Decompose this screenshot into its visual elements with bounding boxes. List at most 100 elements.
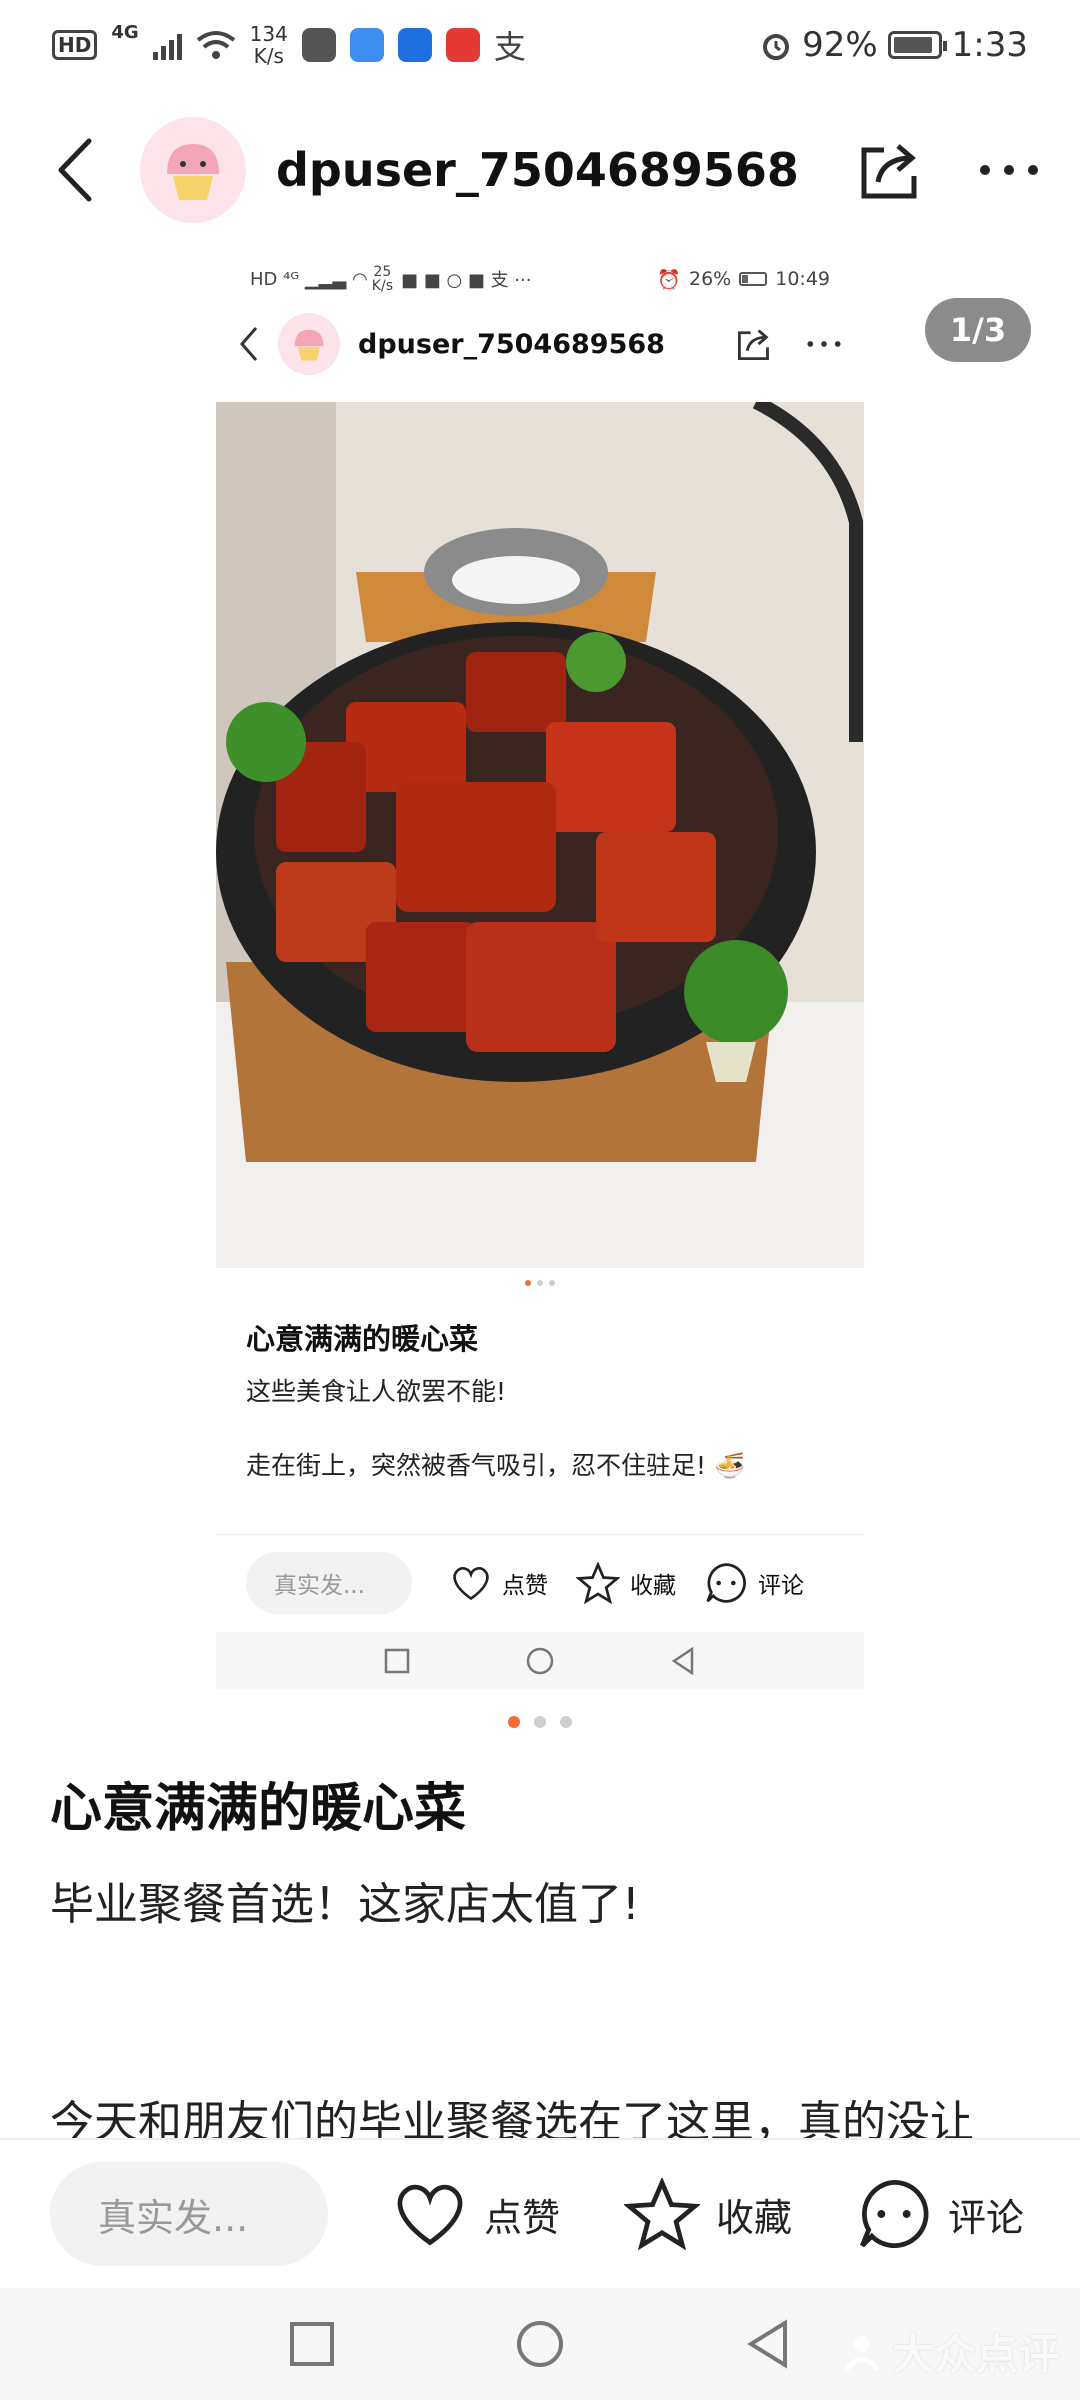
star-icon — [624, 2178, 701, 2250]
embedded-nav-bar — [216, 1632, 864, 1690]
battery-fill — [893, 37, 933, 53]
more-icon — [980, 165, 1038, 175]
wifi-icon — [196, 31, 235, 59]
carousel-image[interactable]: HD ⁴ᴳ ▁▂▃ ◠ 25 K/s ■ ■ ○ ■ 支 ··· ⏰ 26% 10… — [216, 250, 864, 1690]
embedded-like: 点赞 — [450, 1564, 548, 1602]
embedded-square-icon — [384, 1648, 410, 1674]
speed-value: 134 — [249, 22, 288, 46]
clock: 1:33 — [951, 25, 1028, 65]
alipay-icon: 支 — [493, 28, 526, 66]
battery-icon — [887, 31, 947, 59]
recent-apps-icon[interactable] — [289, 2321, 335, 2367]
embedded-collect-label: 收藏 — [630, 1572, 676, 1599]
embedded-battery-icon — [739, 272, 768, 286]
note-title: 心意满满的暖心菜 — [50, 1779, 467, 1839]
status-bar: HD 4G 134 K/s 支 92% 1:33 — [0, 0, 1080, 90]
signal-icon — [152, 30, 182, 60]
network-type: 4G — [111, 22, 139, 43]
noodle-emoji-icon: 🍜 — [713, 1451, 746, 1480]
browser-app-icon — [349, 28, 384, 62]
embedded-speed: 25 K/s — [372, 265, 393, 293]
embedded-collect: 收藏 — [576, 1561, 676, 1604]
embedded-back-icon — [240, 327, 258, 361]
carousel-dots — [0, 1716, 1080, 1728]
embedded-comment-input: 真实发... — [246, 1551, 412, 1614]
collect-label: 收藏 — [716, 2195, 793, 2240]
embedded-username: dpuser_7504689568 — [358, 328, 665, 360]
embedded-circle-icon — [526, 1647, 554, 1675]
embedded-comment: 评论 — [704, 1561, 804, 1605]
embedded-alarm-icon: ⏰ — [657, 268, 681, 291]
comment-input[interactable]: 真实发... — [50, 2162, 328, 2266]
embedded-comment-icon — [706, 1562, 746, 1603]
more-button[interactable] — [978, 163, 1040, 177]
embedded-cupcake-icon — [294, 329, 324, 361]
comment-button[interactable]: 评论 — [856, 2176, 1024, 2252]
comment-icon — [860, 2179, 929, 2248]
comment-label: 评论 — [948, 2195, 1025, 2240]
embedded-dot — [525, 1280, 531, 1286]
action-bar: 真实发... 点赞 收藏 评论 — [0, 2138, 1080, 2288]
cupcake-avatar-icon — [167, 144, 219, 200]
embedded-speed-unit: K/s — [371, 278, 393, 294]
status-right: 92% 1:33 — [760, 25, 1028, 65]
embedded-line-2-text: 走在街上，突然被香气吸引，忍不住驻足! — [246, 1451, 707, 1480]
embedded-star-icon — [576, 1561, 620, 1604]
embedded-time: 10:49 — [775, 268, 830, 290]
embedded-status-icons: HD ⁴ᴳ ▁▂▃ ◠ — [250, 268, 368, 290]
header: dpuser_7504689568 — [0, 100, 1080, 240]
share-button[interactable] — [858, 138, 922, 202]
food-photo — [216, 402, 864, 1268]
battery-percent: 92% — [802, 25, 878, 65]
embedded-status-right: ⏰ 26% 10:49 — [657, 268, 830, 291]
watermark-logo-icon — [843, 2335, 881, 2372]
embedded-comment-label: 评论 — [758, 1572, 804, 1599]
bulb-app-icon — [397, 28, 432, 62]
embedded-header-actions — [736, 326, 842, 362]
network-speed: 134 K/s — [250, 23, 288, 67]
braised-pork-image — [216, 402, 864, 1268]
page-counter: 1/3 — [925, 298, 1031, 362]
alarm-icon — [763, 34, 790, 60]
carousel-dot[interactable] — [508, 1716, 520, 1728]
like-label: 点赞 — [484, 2195, 561, 2240]
embedded-action-bar: 真实发... 点赞 收藏 评论 — [216, 1534, 864, 1630]
carousel-dot[interactable] — [534, 1716, 546, 1728]
embedded-carousel-dots — [216, 1280, 864, 1286]
pig-app-icon — [445, 28, 480, 62]
mail-app-icon — [301, 28, 336, 62]
embedded-triangle-icon — [671, 1647, 694, 1675]
embedded-battery-fill — [742, 275, 748, 283]
carousel-dot[interactable] — [560, 1716, 572, 1728]
embedded-app-icons: ■ ■ ○ ■ 支 ··· — [401, 270, 532, 291]
embedded-dot — [537, 1280, 543, 1286]
status-left: HD 4G 134 K/s 支 — [52, 22, 526, 68]
heart-icon — [397, 2184, 463, 2246]
avatar[interactable] — [140, 117, 246, 223]
embedded-line-2: 走在街上，突然被香气吸引，忍不住驻足! 🍜 — [246, 1446, 745, 1482]
embedded-heart-icon — [453, 1566, 489, 1600]
chevron-left-icon — [58, 138, 92, 202]
embedded-more-icon — [807, 341, 841, 347]
collect-button[interactable]: 收藏 — [624, 2178, 792, 2250]
embedded-avatar — [278, 313, 340, 375]
embedded-header: dpuser_7504689568 — [216, 308, 864, 380]
embedded-like-label: 点赞 — [502, 1572, 548, 1599]
hd-badge: HD — [52, 30, 98, 60]
embedded-line-1: 这些美食让人欲罢不能! — [246, 1377, 507, 1406]
back-nav-icon[interactable] — [745, 2319, 791, 2369]
embedded-dot — [549, 1280, 555, 1286]
watermark-text: 大众点评 — [891, 2330, 1060, 2379]
embedded-share-icon — [737, 329, 769, 361]
back-button[interactable] — [40, 125, 110, 215]
speed-unit: K/s — [253, 44, 284, 68]
like-button[interactable]: 点赞 — [392, 2179, 560, 2249]
home-icon[interactable] — [515, 2319, 565, 2369]
share-icon — [861, 144, 917, 199]
embedded-status-bar: HD ⁴ᴳ ▁▂▃ ◠ 25 K/s ■ ■ ○ ■ 支 ··· ⏰ 26% 10… — [216, 250, 864, 308]
embedded-title: 心意满满的暖心菜 — [246, 1322, 479, 1356]
note-subtitle: 毕业聚餐首选！这家店太值了! — [50, 1879, 640, 1930]
header-actions — [858, 138, 1040, 202]
username[interactable]: dpuser_7504689568 — [276, 143, 799, 197]
watermark: 大众点评 — [840, 2321, 1060, 2382]
